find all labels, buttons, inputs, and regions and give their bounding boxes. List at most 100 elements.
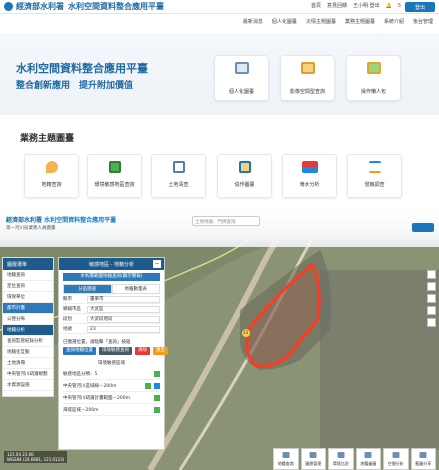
toggle-icon[interactable] — [154, 394, 160, 401]
main-nav: 最新消息 個人化圖臺 災情主題圖臺 業務主題圖臺 系統介紹 後台管理 — [243, 18, 433, 25]
sidebar-item-dredging[interactable]: 中央管河川疏濬規劃 — [3, 369, 53, 380]
list-item: 中央管河川區域線－200m — [63, 380, 160, 392]
info-icon[interactable] — [154, 382, 160, 389]
topic-erosion-survey[interactable]: 侵蝕調查 — [347, 154, 402, 198]
map-topright-links[interactable]: 第一河川局 / 業務 / 回首頁 — [357, 225, 411, 231]
coordinate-readout: 121.04 23.00 WGS84 (24.6681, 121.0123) — [4, 451, 68, 463]
hero-subtitle: 整合創新應用 提升附加價值 — [16, 81, 134, 91]
sidebar-item-land-list[interactable]: 土地清冊 — [3, 358, 53, 369]
layer-toggle-button[interactable] — [427, 306, 436, 315]
nav-system-intro[interactable]: 系統介紹 — [384, 18, 404, 25]
nav-business-map[interactable]: 業務主題圖臺 — [345, 18, 375, 25]
nav-disaster-map[interactable]: 災情主題圖臺 — [306, 18, 336, 25]
topic-collab-map[interactable]: 協作圖臺 — [217, 154, 272, 198]
sidebar-item-public-distribution[interactable]: 公營分佈 — [3, 314, 53, 325]
minimize-icon[interactable]: − — [153, 260, 161, 268]
topic-label: 土地清查 — [168, 182, 189, 188]
feedback-link[interactable]: 意見回饋 — [327, 2, 347, 9]
topic-sensitive-area[interactable]: 環境敏感地區查詢 — [87, 154, 142, 198]
sidebar-item-interaction[interactable]: 地籍化互動 — [3, 347, 53, 358]
toggle-icon[interactable] — [154, 370, 160, 377]
topics-title: 業務主題圖臺 — [20, 134, 75, 144]
parcel-input[interactable]: 23 — [87, 325, 160, 333]
query-location-button[interactable]: 查詢地籍位置 — [63, 347, 96, 355]
tool-cadastral-query[interactable]: 地籍查詢 — [273, 448, 299, 470]
utility-links: 首頁 意見回饋 王小明 登出 🔔 5 — [311, 2, 401, 10]
checklist-icon — [172, 161, 185, 173]
bell-icon[interactable]: 🔔 — [386, 3, 392, 9]
card-label: 個人化圖臺 — [228, 89, 254, 95]
field-town: 鄉鎮市區 大武區 — [63, 305, 160, 314]
sidebar-item-cadastral-analysis[interactable]: 地籍分析 — [3, 325, 53, 336]
field-section: 段別 大武段地段 — [63, 315, 160, 324]
fullscreen-button[interactable] — [427, 318, 436, 327]
field-parcel: 地號 23 — [63, 325, 160, 334]
home-button[interactable] — [412, 223, 434, 232]
layers-icon — [300, 62, 315, 74]
tab-parcel-count[interactable]: 地籍數量表 — [111, 284, 160, 294]
sensitive-list: 敏感地區分類：5 中央管河川區域線－200m 中央管河川疏濬計畫範圍－200m … — [63, 368, 160, 416]
org-name: 經濟部水利署 — [16, 2, 64, 11]
sidebar-item-urban-plan[interactable]: 都市計畫 — [3, 303, 53, 314]
tab-zone-query[interactable]: 分區圖查 — [63, 284, 112, 294]
platform-name: 水利空間資料整合應用平臺 — [68, 2, 164, 11]
panel-tabbar[interactable]: 水利署範圍地籍查詢(顯示簡報) — [63, 273, 160, 281]
county-select[interactable]: 臺東市 — [87, 295, 160, 303]
sidebar-item-cadastral-query[interactable]: 地籍查詢 — [3, 270, 53, 281]
topic-land-inventory[interactable]: 土地清查 — [151, 154, 206, 198]
sidebar-item-locate[interactable]: 定位查詢 — [3, 281, 53, 292]
zoom-in-button[interactable] — [427, 270, 436, 279]
site-logo[interactable]: 經濟部水利署 水利空間資料整合應用平臺 — [4, 1, 164, 12]
map-search-input[interactable]: 土地地號、門牌查詢 — [192, 216, 260, 226]
user-link[interactable]: 王小明 登出 — [353, 2, 380, 9]
home-link[interactable]: 首頁 — [311, 2, 321, 9]
topic-label: 淹水分析 — [299, 182, 320, 188]
card-label: 影像空間型查詢 — [289, 89, 325, 95]
toggle-icon[interactable] — [154, 406, 160, 413]
tool-layer-manage[interactable]: 圖層管理 — [300, 448, 326, 470]
hero-title: 水利空間資料整合應用平臺 — [16, 62, 148, 75]
card-guide[interactable]: 操作懶人包 — [346, 55, 401, 101]
sidebar-item-supervision[interactable]: 查詢監管紀錄分析 — [3, 336, 53, 347]
map-subtitle: 第一河川局業務人員圖臺 — [6, 226, 56, 231]
nav-admin[interactable]: 後台管理 — [413, 18, 433, 25]
card-image-query[interactable]: 影像空間型查詢 — [280, 55, 335, 101]
toggle-icon[interactable] — [145, 382, 151, 389]
town-select[interactable]: 大武區 — [87, 305, 160, 313]
section-select[interactable]: 大武段地段 — [87, 315, 160, 323]
tool-env-compare[interactable]: 環境比對 — [328, 448, 354, 470]
monitor-icon — [234, 62, 249, 74]
top-bar: 經濟部水利署 水利空間資料整合應用平臺 首頁 意見回饋 王小明 登出 🔔 5 登… — [0, 0, 439, 14]
panel-note: 已圈選位置，請點擊「查詢」按鈕 — [63, 340, 131, 345]
edit-map-icon — [238, 161, 251, 173]
book-icon — [366, 62, 381, 74]
topic-label: 協作圖臺 — [234, 182, 255, 188]
compass-button[interactable] — [427, 294, 436, 303]
sidebar-item-environment[interactable]: 環保單位 — [3, 292, 53, 303]
nav-news[interactable]: 最新消息 — [243, 18, 263, 25]
topic-flood-analysis[interactable]: 淹水分析 — [282, 154, 337, 198]
tool-overlay[interactable]: 地籍疊圖 — [355, 448, 381, 470]
tool-spatial-analysis[interactable]: 空間分析 — [383, 448, 409, 470]
topic-label: 侵蝕調查 — [364, 182, 385, 188]
card-personal-map[interactable]: 個人化圖臺 — [214, 55, 269, 101]
nav-personal-map[interactable]: 個人化圖臺 — [272, 18, 297, 25]
list-title: 環境敏感區域 — [98, 361, 125, 366]
list-item: 中央管河川疏濬計畫範圍－200m — [63, 392, 160, 404]
logout-button[interactable]: 登出 — [405, 2, 435, 12]
export-button[interactable]: 匯出 — [153, 347, 168, 355]
map-screenshot: 經濟部水利署 水利空間資料整合應用平臺 第一河川局業務人員圖臺 土地地號、門牌查… — [0, 210, 439, 470]
sidebar-item-water-facility[interactable]: 水資源設施 — [3, 380, 53, 391]
panel-tabs: 分區圖查 地籍數量表 — [63, 284, 160, 294]
sidebar-header: 圖層選單 — [3, 258, 53, 270]
sensitive-query-button[interactable]: 環境敏感查詢 — [99, 347, 132, 355]
analysis-panel: 敏感地區 - 地籍分析 − 水利署範圍地籍查詢(顯示簡報) 分區圖查 地籍數量表… — [58, 257, 168, 450]
topic-cadastral-query[interactable]: 地籍查詢 — [24, 154, 79, 198]
parcel-label: 23 — [243, 330, 249, 335]
clear-button[interactable]: 清除 — [135, 347, 150, 355]
list-item: 敏感地區分類：5 — [63, 368, 160, 380]
zoom-out-button[interactable] — [427, 282, 436, 291]
tool-screenshot-share[interactable]: 截圖分享 — [410, 448, 436, 470]
notification-badge: 5 — [397, 2, 401, 9]
flood-bar-icon — [301, 161, 318, 173]
